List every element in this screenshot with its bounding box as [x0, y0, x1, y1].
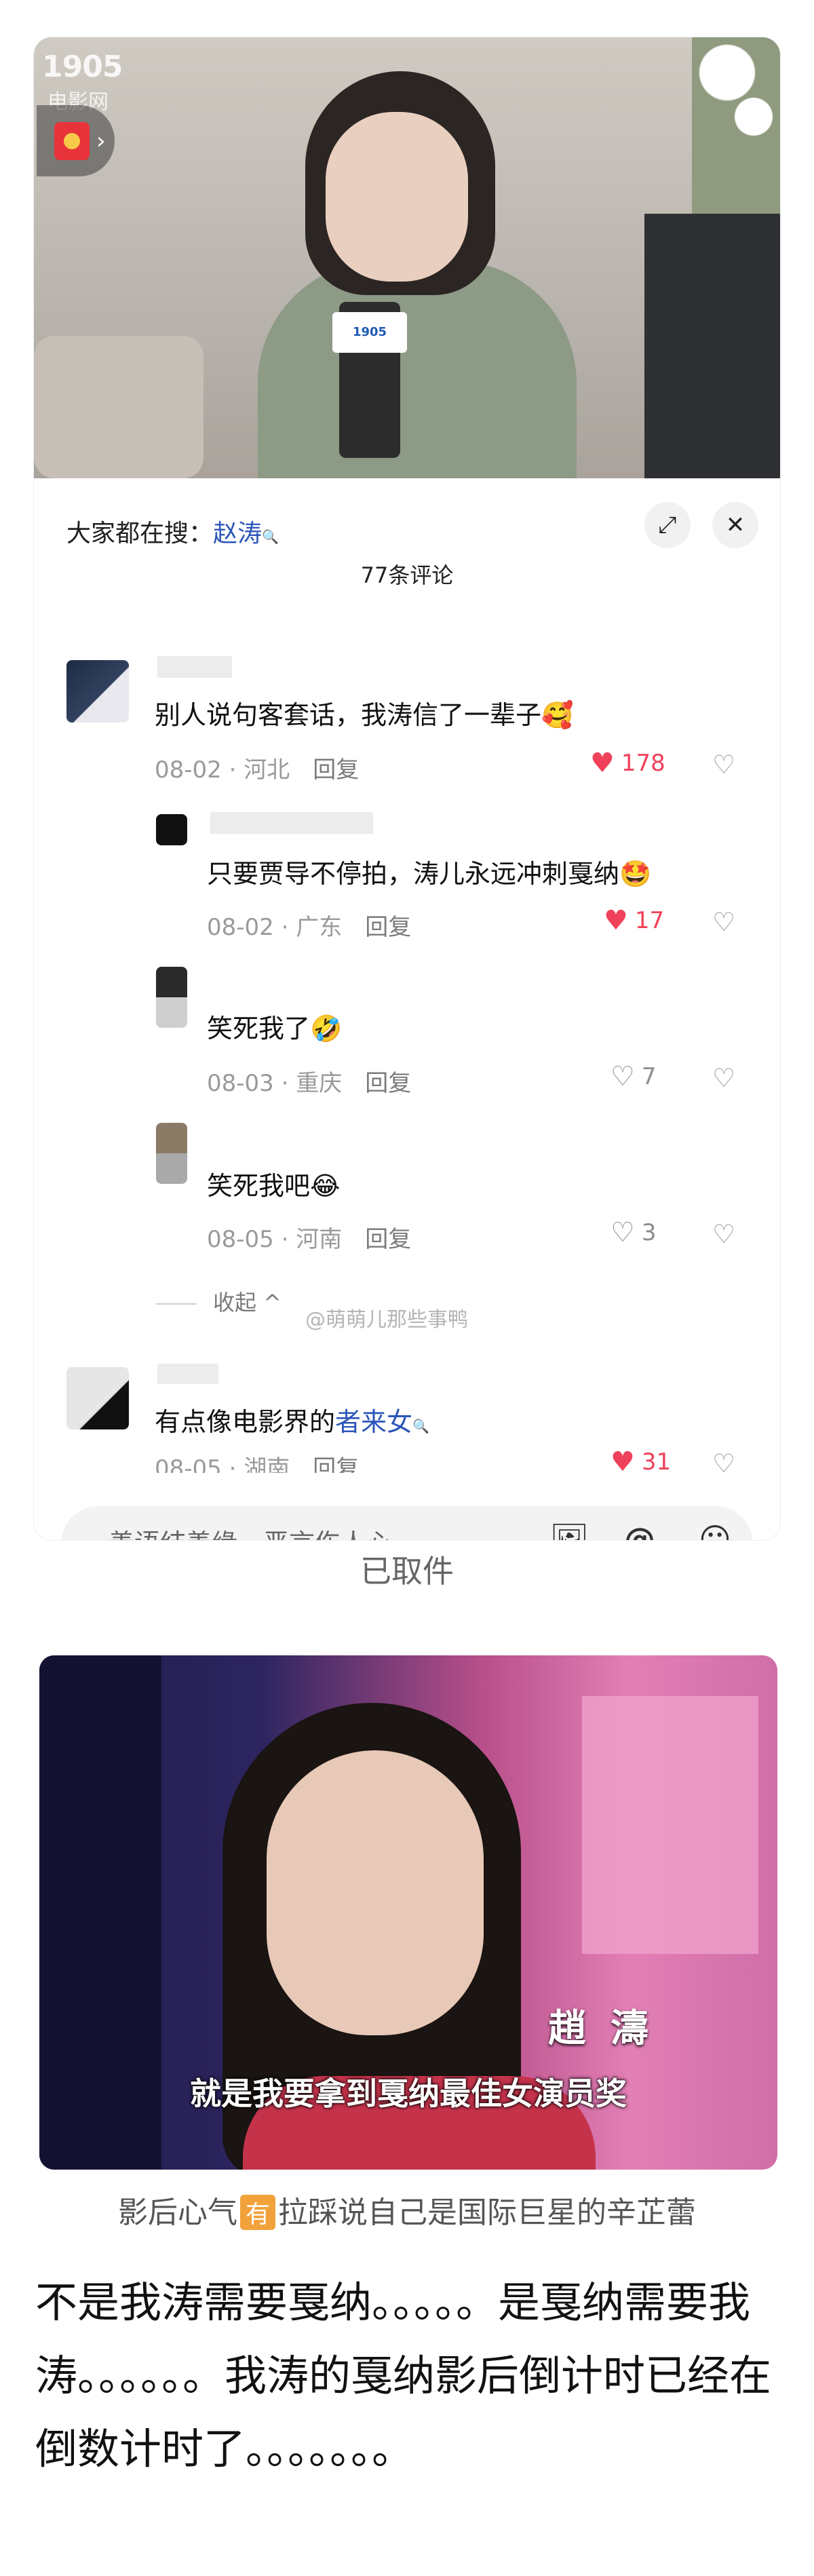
dislike-icon[interactable]: ♡ [712, 907, 735, 937]
collapse-replies-button[interactable]: 收起 ^ [156, 1286, 282, 1317]
like-button[interactable]: ♡ 7 [610, 1063, 657, 1090]
comment-meta: 08-03 · 重庆 回复 [207, 1070, 412, 1097]
lamp-background [644, 214, 780, 478]
comment-location: 河南 [296, 1226, 343, 1253]
dislike-icon[interactable]: ♡ [712, 1063, 735, 1093]
comment-date: 08-05 [155, 1455, 222, 1473]
search-icon: 🔍 [262, 528, 279, 545]
reply-button[interactable]: 回复 [313, 1455, 359, 1473]
reply-button[interactable]: 回复 [365, 914, 411, 941]
comment-meta: 08-02 · 广东 回复 [207, 914, 412, 941]
emoji: 🤩 [619, 859, 652, 889]
comment-location: 广东 [296, 914, 343, 941]
comment-meta: 08-05 · 河南 回复 [207, 1226, 412, 1253]
emoji: 😂 [310, 1171, 341, 1201]
avatar[interactable] [156, 814, 187, 845]
cancel-status-text: 已取件 [360, 1553, 454, 1590]
username-blurred[interactable] [157, 1364, 218, 1384]
comment-text: 只要贾导不停拍，涛儿永远冲刺戛纳🤩 [207, 859, 652, 889]
comment-location: 河北 [244, 756, 290, 784]
comment-text: 笑死我了🤣 [207, 1014, 343, 1043]
heart-filled-icon: ♥ [590, 748, 615, 779]
like-count: 178 [621, 750, 665, 777]
like-count: 7 [641, 1063, 657, 1090]
comment-panel: 大家都在搜：赵涛🔍 ⤢ ✕ 77条评论 别人说句客套话，我涛信了一辈子🥰 08-… [34, 478, 780, 1540]
watermark-logo: 1905 [42, 50, 123, 84]
caption-badge[interactable]: 有 [239, 2195, 275, 2230]
avatar[interactable] [66, 660, 129, 723]
weibo-watermark: @萌萌儿那些事鸭 [305, 1308, 468, 1332]
emoji: 🥰 [541, 700, 574, 730]
screenshot-card: 1905 1905 电影网 › 大家都在搜：赵涛🔍 ⤢ ✕ 77条评论 别人说句… [34, 37, 780, 1540]
username-blurred[interactable] [210, 812, 373, 834]
avatar[interactable] [156, 1123, 187, 1184]
tv-interview-clip[interactable]: 趙濤 就是我要拿到戛纳最佳女演员奖 [39, 1655, 777, 2170]
username-blurred[interactable] [157, 656, 232, 678]
comment-input-placeholder[interactable]: 善语结善缘，恶言伤人心 [109, 1506, 392, 1540]
like-button[interactable]: ♥ 17 [604, 907, 664, 934]
post-body-text: 不是我涛需要戛纳。。。。。是戛纳需要我涛。。。。。。我涛的戛纳影后倒计时已经在倒… [35, 2277, 772, 2474]
name-overlay: 趙濤 [548, 2007, 673, 2051]
emoji-picker-icon[interactable]: ☺ [699, 1521, 731, 1540]
like-count: 17 [634, 907, 665, 934]
comment-meta: 08-02 · 河北 回复 [155, 756, 360, 784]
red-packet-button[interactable]: › [37, 105, 115, 176]
keyword-link[interactable]: 者来女 [335, 1407, 412, 1437]
comment-text: 别人说句客套话，我涛信了一辈子🥰 [155, 700, 574, 730]
avatar[interactable] [156, 967, 187, 1028]
chevron-right-icon: › [96, 127, 106, 155]
orchid-decoration [692, 37, 780, 214]
close-icon: ✕ [725, 512, 745, 539]
heart-filled-icon: ♥ [604, 905, 628, 936]
emoji: 🤣 [310, 1014, 343, 1043]
comment-location: 重庆 [296, 1070, 343, 1097]
interview-video[interactable]: 1905 1905 电影网 › [34, 37, 780, 478]
hot-search-keyword[interactable]: 赵涛 [213, 520, 262, 547]
search-icon: 🔍 [412, 1418, 429, 1434]
sofa-background [34, 336, 204, 478]
comment-date: 08-03 [207, 1070, 274, 1097]
video-subtitle: 就是我要拿到戛纳最佳女演员奖 [190, 2075, 627, 2112]
expand-icon: ⤢ [658, 512, 677, 539]
interviewee-face [326, 112, 468, 282]
heart-outline-icon: ♡ [610, 1217, 635, 1248]
close-button[interactable]: ✕ [712, 502, 758, 548]
comment-date: 08-05 [207, 1226, 274, 1253]
reply-button[interactable]: 回复 [365, 1070, 411, 1097]
comment-text: 笑死我吧😂 [207, 1171, 341, 1201]
caption-after: 拉踩说自己是国际巨星的辛芷蕾 [278, 2195, 696, 2230]
hot-search-prefix: 大家都在搜： [66, 520, 214, 547]
heart-outline-icon: ♡ [610, 1061, 635, 1092]
avatar[interactable] [66, 1367, 129, 1429]
comment-text: 有点像电影界的者来女🔍 [155, 1407, 429, 1437]
at-mention-icon[interactable]: @ [624, 1521, 655, 1540]
image-icon[interactable]: 🖼 [549, 1521, 589, 1540]
heart-filled-icon: ♥ [610, 1448, 635, 1473]
expand-button[interactable]: ⤢ [644, 502, 691, 548]
stage-background-right [582, 1696, 758, 1954]
reply-button[interactable]: 回复 [313, 756, 359, 784]
reply-button[interactable]: 回复 [365, 1226, 411, 1253]
partially-hidden-meta: 08-05 · 湖南 回复 ♥ 31 ♡ [34, 1448, 780, 1473]
comment-count: 77条评论 [360, 562, 454, 588]
comment-location: 湖南 [244, 1455, 290, 1473]
comment-date: 08-02 [155, 756, 222, 784]
like-button[interactable]: ♥ 178 [590, 750, 665, 777]
like-count: 31 [641, 1448, 672, 1473]
image-caption: 影后心气有拉踩说自己是国际巨星的辛芷蕾 [0, 2188, 814, 2231]
dislike-icon[interactable]: ♡ [712, 1448, 735, 1473]
actress-face [267, 1750, 484, 2035]
comment-date: 08-02 [207, 914, 274, 941]
hot-search-row[interactable]: 大家都在搜：赵涛🔍 [66, 514, 279, 549]
like-button[interactable]: ♥ 31 [610, 1448, 671, 1473]
comment-input-bar[interactable]: 善语结善缘，恶言伤人心 🖼 @ ☺ [61, 1506, 753, 1540]
comment-meta: 08-05 · 湖南 回复 [155, 1450, 359, 1473]
dislike-icon[interactable]: ♡ [712, 1219, 735, 1249]
like-count: 3 [641, 1219, 657, 1246]
microphone-flag: 1905 [332, 312, 407, 353]
dislike-icon[interactable]: ♡ [712, 750, 735, 780]
caption-before: 影后心气 [117, 2195, 237, 2230]
red-packet-icon [54, 121, 90, 160]
like-button[interactable]: ♡ 3 [610, 1219, 657, 1246]
